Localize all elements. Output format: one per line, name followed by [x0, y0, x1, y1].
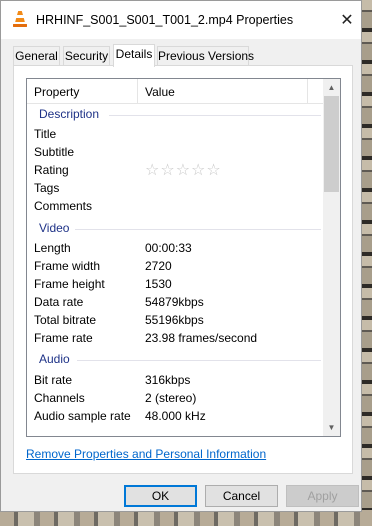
- column-header-property[interactable]: Property: [34, 85, 79, 99]
- property-value: 1530: [145, 277, 172, 291]
- property-name: Length: [34, 241, 71, 255]
- property-name: Data rate: [34, 295, 84, 309]
- properties-dialog: HRHINF_S001_S001_T001_2.mp4 Properties ✕…: [0, 0, 362, 512]
- property-value: 23.98 frames/second: [145, 331, 258, 345]
- scroll-up-arrow-icon[interactable]: ▲: [323, 79, 340, 96]
- tab-security[interactable]: Security: [63, 46, 110, 66]
- property-name: Frame rate: [34, 331, 93, 345]
- section-header-video: Video: [39, 221, 70, 235]
- property-value: 55196kbps: [145, 313, 204, 327]
- property-row-data-rate[interactable]: Data rate 54879kbps: [27, 293, 323, 311]
- scroll-down-arrow-icon[interactable]: ▼: [323, 419, 340, 436]
- property-name: Title: [34, 127, 57, 141]
- property-name: Total bitrate: [34, 313, 97, 327]
- properties-list[interactable]: Property Value Description Title Subtitl…: [26, 78, 341, 437]
- property-row-total-bitrate[interactable]: Total bitrate 55196kbps: [27, 311, 323, 329]
- section-divider: [77, 360, 321, 361]
- apply-button: Apply: [286, 485, 359, 507]
- vlc-cone-icon: [13, 11, 27, 27]
- property-row-frame-height[interactable]: Frame height 1530: [27, 275, 323, 293]
- title-bar[interactable]: HRHINF_S001_S001_T001_2.mp4 Properties ✕: [1, 1, 361, 39]
- property-row-frame-rate[interactable]: Frame rate 23.98 frames/second: [27, 329, 323, 347]
- property-row-frame-width[interactable]: Frame width 2720: [27, 257, 323, 275]
- property-name: Audio sample rate: [34, 409, 131, 423]
- window-title: HRHINF_S001_S001_T001_2.mp4 Properties: [36, 13, 294, 27]
- property-row-rating[interactable]: Rating ☆☆☆☆☆: [27, 161, 323, 179]
- property-name: Bit rate: [34, 373, 73, 387]
- property-name: Frame height: [34, 277, 105, 291]
- property-row-length[interactable]: Length 00:00:33: [27, 239, 323, 257]
- ok-button[interactable]: OK: [124, 485, 197, 507]
- rating-stars[interactable]: ☆☆☆☆☆: [145, 160, 222, 180]
- section-video[interactable]: Video: [39, 221, 321, 237]
- property-name: Subtitle: [34, 145, 75, 159]
- close-button[interactable]: ✕: [337, 11, 357, 31]
- cancel-button[interactable]: Cancel: [205, 485, 278, 507]
- property-value: 54879kbps: [145, 295, 204, 309]
- section-header-description: Description: [39, 107, 100, 121]
- vertical-scrollbar[interactable]: ▲ ▼: [323, 79, 340, 436]
- property-row-audio-sample-rate[interactable]: Audio sample rate 48.000 kHz: [27, 407, 323, 425]
- property-value: 2 (stereo): [145, 391, 197, 405]
- property-value: 316kbps: [145, 373, 191, 387]
- property-value: 00:00:33: [145, 241, 192, 255]
- desktop-background-bottom: [0, 510, 372, 526]
- column-divider[interactable]: [137, 79, 138, 104]
- section-audio[interactable]: Audio: [39, 352, 321, 368]
- property-value: 2720: [145, 259, 172, 273]
- property-name: Channels: [34, 391, 85, 405]
- property-row-tags[interactable]: Tags: [27, 179, 323, 197]
- property-row-subtitle[interactable]: Subtitle: [27, 143, 323, 161]
- column-divider[interactable]: [307, 79, 308, 104]
- column-header-value[interactable]: Value: [145, 85, 175, 99]
- tab-details[interactable]: Details: [113, 44, 155, 67]
- property-row-title[interactable]: Title: [27, 125, 323, 143]
- property-name: Comments: [34, 199, 93, 213]
- section-divider: [109, 115, 321, 116]
- property-row-channels[interactable]: Channels 2 (stereo): [27, 389, 323, 407]
- property-name: Rating: [34, 163, 69, 177]
- tab-previous-versions[interactable]: Previous Versions: [157, 46, 254, 66]
- section-description[interactable]: Description: [39, 107, 321, 123]
- scrollbar-thumb[interactable]: [324, 96, 339, 192]
- section-divider: [75, 229, 321, 230]
- column-header: Property Value: [27, 79, 323, 104]
- property-name: Tags: [34, 181, 60, 195]
- details-panel: Property Value Description Title Subtitl…: [13, 65, 353, 474]
- property-value: 48.000 kHz: [145, 409, 206, 423]
- property-name: Frame width: [34, 259, 101, 273]
- tab-general[interactable]: General: [13, 46, 60, 66]
- tab-strip: General Security Details Previous Versio…: [13, 44, 353, 67]
- property-row-comments[interactable]: Comments: [27, 197, 323, 215]
- section-header-audio: Audio: [39, 352, 70, 366]
- remove-properties-link[interactable]: Remove Properties and Personal Informati…: [26, 447, 266, 461]
- property-row-bit-rate[interactable]: Bit rate 316kbps: [27, 371, 323, 389]
